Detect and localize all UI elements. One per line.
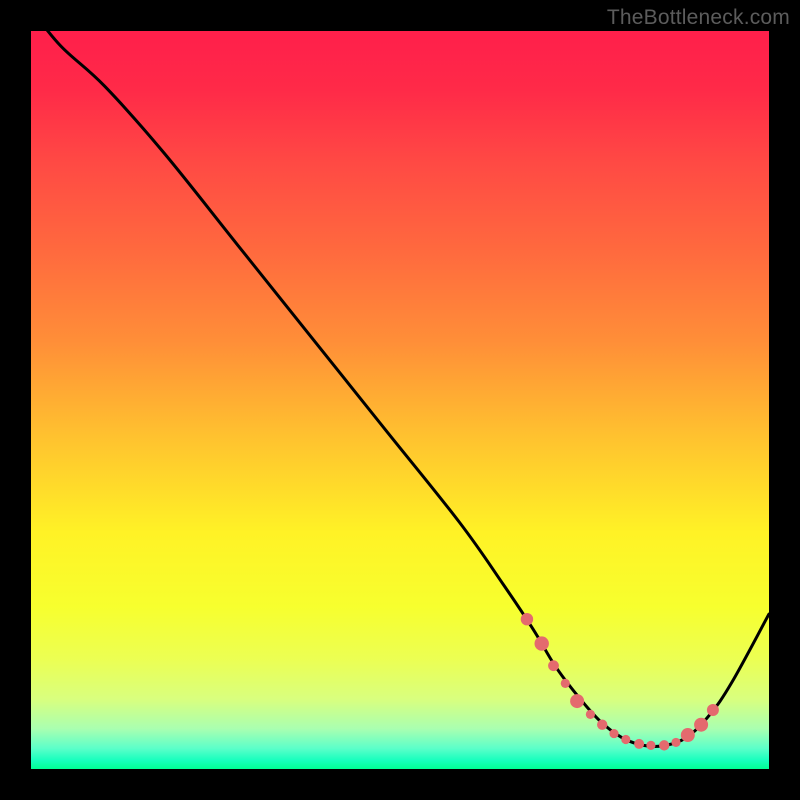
marker-point <box>521 613 533 625</box>
curve-line <box>31 31 769 747</box>
marker-point <box>707 704 719 716</box>
marker-point <box>634 739 644 749</box>
marker-point <box>548 660 559 671</box>
chart-svg <box>31 31 769 769</box>
marker-point <box>694 718 708 732</box>
marker-point <box>609 729 618 738</box>
marker-point <box>570 694 584 708</box>
plot-area <box>31 31 769 769</box>
marker-point <box>621 735 630 744</box>
marker-point <box>646 741 655 750</box>
marker-point <box>659 740 669 750</box>
highlight-markers <box>521 613 719 751</box>
marker-point <box>597 720 607 730</box>
marker-point <box>586 710 595 719</box>
attribution-label: TheBottleneck.com <box>607 6 790 30</box>
chart-stage: TheBottleneck.com <box>0 0 800 800</box>
marker-point <box>681 728 695 742</box>
marker-point <box>671 738 680 747</box>
marker-point <box>535 636 549 650</box>
marker-point <box>561 679 570 688</box>
